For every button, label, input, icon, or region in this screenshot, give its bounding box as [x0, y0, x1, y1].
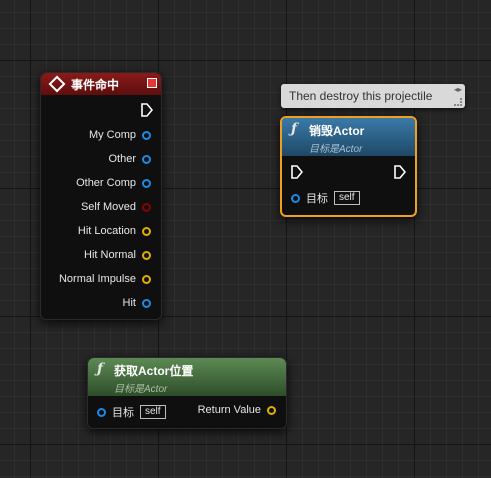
destroy-node-header[interactable]: ƒ 销毁Actor 目标是Actor — [282, 118, 415, 156]
return-value-pin[interactable] — [267, 405, 276, 415]
pin-row-hit-normal[interactable]: Hit Normal — [84, 247, 151, 263]
return-value-label: Return Value — [197, 404, 261, 416]
pin-row-my-comp[interactable]: My Comp — [89, 127, 151, 143]
comment-pin-icon[interactable]: ◂▸ — [454, 86, 462, 94]
pin-row-other-comp[interactable]: Other Comp — [76, 175, 151, 191]
hit-pin[interactable] — [142, 298, 151, 308]
target-pin-row[interactable]: 目标 self — [291, 190, 360, 206]
destroy-actor-node[interactable]: ƒ 销毁Actor 目标是Actor 目标 self — [280, 116, 417, 217]
pin-label-hit-normal: Hit Normal — [84, 249, 136, 261]
pin-label-hit: Hit — [122, 297, 136, 309]
location-node-header[interactable]: ƒ 获取Actor位置 目标是Actor — [88, 358, 286, 396]
exec-input-pin[interactable] — [291, 165, 303, 179]
event-diamond-icon — [48, 75, 66, 93]
other-comp-pin[interactable] — [142, 178, 151, 188]
location-target-pin-row[interactable]: 目标 self — [97, 404, 166, 420]
get-actor-location-node[interactable]: ƒ 获取Actor位置 目标是Actor 目标 self Return Valu… — [87, 357, 287, 429]
location-node-subtitle: 目标是Actor — [114, 384, 168, 395]
comment-text: Then destroy this projectile — [289, 89, 433, 103]
other-pin[interactable] — [142, 154, 151, 164]
location-target-self-value[interactable]: self — [140, 405, 166, 419]
return-value-pin-row[interactable]: Return Value — [198, 402, 276, 418]
comment-resize-grip-icon[interactable] — [454, 98, 462, 106]
pin-label-self-moved: Self Moved — [80, 201, 136, 213]
normal-impulse-pin[interactable] — [142, 274, 151, 284]
target-pin[interactable] — [291, 193, 300, 203]
pin-row-other[interactable]: Other — [108, 151, 151, 167]
location-node-title: 获取Actor位置 — [114, 364, 194, 378]
pin-label-normal-impulse: Normal Impulse — [58, 273, 136, 285]
pin-row-normal-impulse[interactable]: Normal Impulse — [59, 271, 151, 287]
function-icon: ƒ — [97, 361, 104, 377]
function-icon: ƒ — [291, 121, 298, 137]
destroy-node-title: 销毁Actor — [309, 124, 365, 138]
pin-row-hit-location[interactable]: Hit Location — [78, 223, 151, 239]
event-hit-node[interactable]: 事件命中 My Comp Other Other Comp Self Moved… — [40, 72, 162, 320]
location-target-pin[interactable] — [97, 407, 106, 417]
event-node-header[interactable]: 事件命中 — [41, 73, 161, 95]
target-label: 目标 — [306, 193, 328, 205]
comment-bubble[interactable]: Then destroy this projectile ◂▸ — [281, 84, 465, 108]
destroy-node-subtitle: 目标是Actor — [309, 144, 363, 155]
exec-output-pin[interactable] — [141, 103, 153, 117]
exec-output-pin[interactable] — [394, 165, 406, 179]
pin-label-my-comp: My Comp — [88, 129, 136, 141]
pin-label-other: Other — [108, 153, 136, 165]
pin-row-self-moved[interactable]: Self Moved — [81, 199, 151, 215]
pin-row-hit[interactable]: Hit — [123, 295, 151, 311]
hit-normal-pin[interactable] — [142, 250, 151, 260]
pin-label-hit-location: Hit Location — [77, 225, 136, 237]
location-target-label: 目标 — [112, 407, 134, 419]
hit-location-pin[interactable] — [142, 226, 151, 236]
event-output-delegate-icon[interactable] — [147, 78, 157, 88]
event-node-title: 事件命中 — [71, 77, 120, 92]
target-self-value[interactable]: self — [334, 191, 360, 205]
self-moved-pin[interactable] — [142, 202, 151, 212]
pin-label-other-comp: Other Comp — [76, 177, 136, 189]
my-comp-pin[interactable] — [142, 130, 151, 140]
